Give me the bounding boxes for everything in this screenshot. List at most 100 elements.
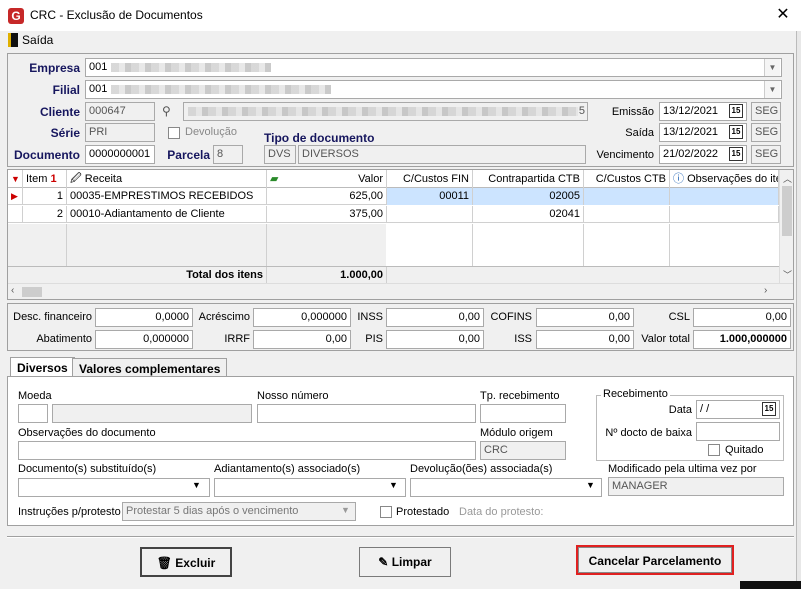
chevron-down-icon[interactable]: ▼	[192, 480, 201, 490]
cell-ccctb[interactable]	[584, 188, 670, 205]
quitado-label: Quitado	[725, 444, 764, 456]
tab-diversos[interactable]: Diversos	[10, 357, 75, 376]
table-row[interactable]: 2 00010-Adiantamento de Cliente 375,00 0…	[8, 206, 779, 223]
calendar-icon[interactable]: 15	[762, 402, 776, 416]
tab-valores-complementares[interactable]: Valores complementares	[72, 358, 228, 376]
cell-ccfin[interactable]: 00011	[387, 188, 473, 205]
protestado-checkbox[interactable]	[380, 506, 392, 518]
nosso-numero-field[interactable]	[257, 404, 476, 423]
chevron-down-icon[interactable]: ▼	[764, 59, 780, 76]
items-grid[interactable]: ▼ Item 1 🖉 Receita ▰ Valor C/Custos FIN C…	[7, 169, 794, 300]
background-window-fragment	[740, 581, 801, 589]
grid-empty-area	[8, 224, 780, 266]
instrucoes-label: Instruções p/protesto	[18, 506, 121, 518]
cofins-label: COFINS	[490, 311, 532, 323]
calendar-icon[interactable]: 15	[729, 104, 743, 118]
menu-item-saida[interactable]: Saída	[22, 33, 53, 47]
pis-label: PIS	[365, 333, 383, 345]
acrescimo-field[interactable]: 0,000000	[253, 308, 351, 327]
cell-ccfin[interactable]	[387, 206, 473, 223]
col-contrapartida[interactable]: Contrapartida CTB	[473, 170, 584, 188]
col-ccctb[interactable]: C/Custos CTB	[584, 170, 670, 188]
binoculars-icon[interactable]: ⚲	[162, 104, 180, 120]
tp-recebimento-label: Tp. recebimento	[480, 390, 560, 402]
obs-documento-field[interactable]	[18, 441, 476, 460]
filial-select[interactable]: 001	[85, 80, 782, 99]
vertical-scrollbar[interactable]: ︿ ﹀	[779, 170, 793, 283]
close-icon[interactable]: ✕	[772, 4, 794, 26]
pis-field[interactable]: 0,00	[386, 330, 484, 349]
col-ccfin[interactable]: C/Custos FIN	[387, 170, 473, 188]
cell-contrapartida[interactable]: 02041	[473, 206, 584, 223]
chevron-down-icon[interactable]: ▼	[586, 480, 595, 490]
edit-icon: 🖉	[70, 173, 82, 185]
cliente-code-field[interactable]: 000647	[85, 102, 155, 121]
tp-recebimento-field[interactable]	[480, 404, 566, 423]
col-valor[interactable]: ▰ Valor	[267, 170, 387, 188]
iss-field[interactable]: 0,00	[536, 330, 634, 349]
scroll-down-icon[interactable]: ﹀	[783, 268, 792, 281]
chevron-down-icon[interactable]: ▼	[389, 480, 398, 490]
abatimento-field[interactable]: 0,000000	[95, 330, 193, 349]
cell-observacoes[interactable]	[670, 188, 779, 205]
cell-contrapartida[interactable]: 02005	[473, 188, 584, 205]
desc-fin-field[interactable]: 0,0000	[95, 308, 193, 327]
cell-item[interactable]: 2	[23, 206, 67, 223]
broom-icon: ✎	[378, 555, 389, 569]
inss-field[interactable]: 0,00	[386, 308, 484, 327]
parcela-field[interactable]: 8	[213, 145, 243, 164]
window-title: CRC - Exclusão de Documentos	[30, 8, 203, 22]
irrf-label: IRRF	[224, 333, 250, 345]
calendar-icon[interactable]: 15	[729, 147, 743, 161]
devolucao-label: Devolução	[185, 126, 237, 138]
horizontal-scrollbar[interactable]: ‹ ›	[8, 283, 793, 299]
col-receita[interactable]: 🖉 Receita	[67, 170, 267, 188]
col-observacoes[interactable]: ⓘ Observações do ite	[670, 170, 779, 188]
chevron-down-icon[interactable]: ▼	[341, 505, 350, 515]
acrescimo-label: Acréscimo	[198, 311, 250, 323]
cell-valor[interactable]: 625,00	[267, 188, 387, 205]
col-item[interactable]: Item 1	[23, 170, 67, 188]
n-docto-baixa-field[interactable]	[696, 422, 780, 441]
scrollbar-thumb[interactable]	[782, 186, 792, 236]
abatimento-label: Abatimento	[36, 333, 92, 345]
chevron-down-icon[interactable]: ▼	[764, 81, 780, 98]
devolucao-assoc-select[interactable]	[410, 478, 602, 497]
devolucao-checkbox[interactable]	[168, 127, 180, 139]
serie-field[interactable]: PRI	[85, 123, 155, 142]
adiantamento-select[interactable]	[214, 478, 406, 497]
cell-observacoes[interactable]	[670, 206, 779, 223]
cell-item[interactable]: 1	[23, 188, 67, 205]
sort-down-icon[interactable]: ▼	[8, 170, 23, 188]
cancelar-parcelamento-button[interactable]: Cancelar Parcelamento	[576, 545, 734, 575]
documento-field[interactable]: 0000000001	[85, 145, 155, 164]
cell-receita[interactable]: 00035-EMPRESTIMOS RECEBIDOS	[67, 188, 267, 205]
scroll-left-icon[interactable]: ‹	[11, 285, 14, 296]
excluir-button[interactable]: 🗑 Excluir	[140, 547, 232, 577]
quitado-checkbox[interactable]	[708, 444, 720, 456]
irrf-field[interactable]: 0,00	[253, 330, 351, 349]
empresa-select[interactable]: 001	[85, 58, 782, 77]
doc-substituido-select[interactable]	[18, 478, 210, 497]
limpar-button[interactable]: ✎ Limpar	[359, 547, 451, 577]
cell-valor[interactable]: 375,00	[267, 206, 387, 223]
cell-ccctb[interactable]	[584, 206, 670, 223]
cofins-field[interactable]: 0,00	[536, 308, 634, 327]
moeda-code-field[interactable]	[18, 404, 48, 423]
cell-receita[interactable]: 00010-Adiantamento de Cliente	[67, 206, 267, 223]
h-scrollbar-thumb[interactable]	[22, 287, 42, 297]
instrucoes-select[interactable]: Protestar 5 dias após o vencimento	[122, 502, 356, 521]
csl-field[interactable]: 0,00	[693, 308, 791, 327]
scroll-up-icon[interactable]: ︿	[783, 172, 792, 185]
cliente-suffix: 5	[578, 105, 585, 117]
tipo-code-field[interactable]: DVS	[264, 145, 296, 164]
info-icon: ⓘ	[673, 173, 684, 185]
modificado-label: Modificado pela ultima vez por	[608, 463, 757, 475]
excluir-label: Excluir	[175, 556, 216, 570]
scroll-right-icon[interactable]: ›	[764, 285, 767, 296]
emissao-weekday: SEG	[751, 102, 781, 121]
table-row[interactable]: ▶ 1 00035-EMPRESTIMOS RECEBIDOS 625,00 0…	[8, 188, 779, 205]
cliente-name-redacted	[188, 107, 578, 116]
calendar-icon[interactable]: 15	[729, 125, 743, 139]
money-icon: ▰	[270, 173, 279, 185]
